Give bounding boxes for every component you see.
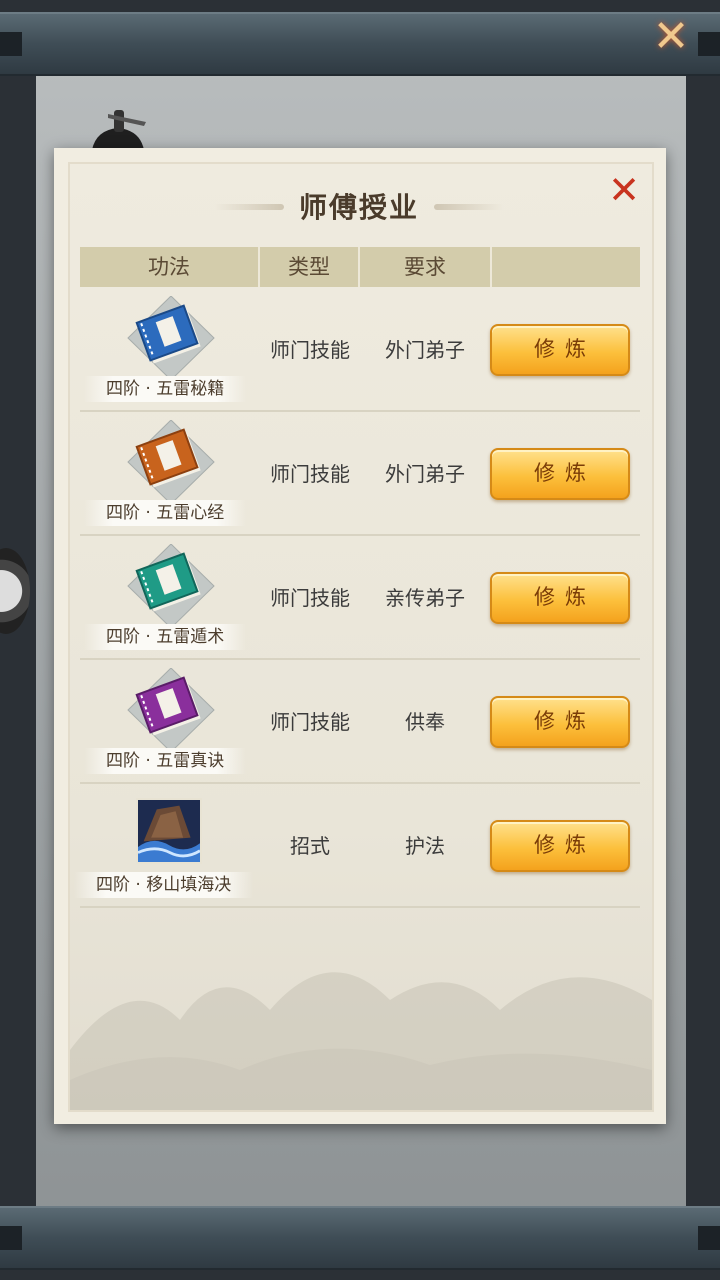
skill-requirement: 外门弟子 — [385, 462, 465, 486]
skill-type: 师门技能 — [270, 586, 350, 610]
orange-book-icon[interactable] — [126, 420, 216, 504]
skill-name-tag: 四阶 · 五雷遁术 — [84, 624, 247, 650]
table-row: 四阶 · 五雷秘籍 师门技能 外门弟子 修炼 — [80, 288, 640, 412]
scroll-bottom-rod — [0, 1206, 720, 1270]
rod-end-left — [0, 32, 22, 56]
purple-book-icon[interactable] — [126, 668, 216, 752]
skill-type: 招式 — [290, 834, 330, 858]
side-mascot-icon[interactable] — [0, 548, 30, 634]
table-row: 四阶 · 五雷真诀 师门技能 供奉 修炼 — [80, 660, 640, 784]
skill-requirement: 亲传弟子 — [385, 586, 465, 610]
table-row: 四阶 · 五雷心经 师门技能 外门弟子 修炼 — [80, 412, 640, 536]
rod-end-right — [698, 32, 720, 56]
teal-book-icon[interactable] — [126, 544, 216, 628]
header-requirement: 要求 — [360, 247, 492, 287]
table-row: 四阶 · 五雷遁术 师门技能 亲传弟子 修炼 — [80, 536, 640, 660]
train-button[interactable]: 修炼 — [490, 448, 630, 500]
header-type: 类型 — [260, 247, 360, 287]
skill-name-tag: 四阶 · 移山填海决 — [74, 872, 254, 898]
train-button[interactable]: 修炼 — [490, 696, 630, 748]
skill-list: 四阶 · 五雷秘籍 师门技能 外门弟子 修炼 四阶 · 五雷心经 师门技能 外门… — [74, 288, 640, 908]
panel-title-wrap: 师傅授业 — [214, 186, 504, 226]
skill-type: 师门技能 — [270, 338, 350, 362]
train-button[interactable]: 修炼 — [490, 572, 630, 624]
rod-end-right — [698, 1226, 720, 1250]
skill-name-tag: 四阶 · 五雷真诀 — [84, 748, 247, 774]
close-icon[interactable]: ✕ — [604, 170, 644, 210]
skill-requirement: 外门弟子 — [385, 338, 465, 362]
skill-name-tag: 四阶 · 五雷心经 — [84, 500, 247, 526]
skill-requirement: 护法 — [405, 834, 445, 858]
train-button[interactable]: 修炼 — [490, 324, 630, 376]
header-skill: 功法 — [80, 247, 260, 287]
table-header: 功法 类型 要求 — [80, 247, 640, 287]
skill-type: 师门技能 — [270, 710, 350, 734]
skill-type: 师门技能 — [270, 462, 350, 486]
master-teaching-panel: 师傅授业 ✕ 功法 类型 要求 四阶 · 五雷秘籍 师门技能 外门弟子 修炼 四… — [54, 148, 666, 1124]
mountain-sea-skill-icon[interactable] — [136, 798, 202, 864]
panel-title: 师傅授业 — [298, 191, 419, 224]
npc-hat-icon — [92, 110, 146, 150]
train-button[interactable]: 修炼 — [490, 820, 630, 872]
skill-requirement: 供奉 — [405, 710, 445, 734]
blue-book-icon[interactable] — [126, 296, 216, 380]
rod-end-left — [0, 1226, 22, 1250]
scroll-top-rod — [0, 12, 720, 76]
table-row: 四阶 · 移山填海决 招式 护法 修炼 — [74, 784, 640, 908]
skill-name-tag: 四阶 · 五雷秘籍 — [84, 376, 247, 402]
header-action — [492, 247, 640, 287]
outer-close-icon[interactable]: ✕ — [645, 14, 697, 60]
